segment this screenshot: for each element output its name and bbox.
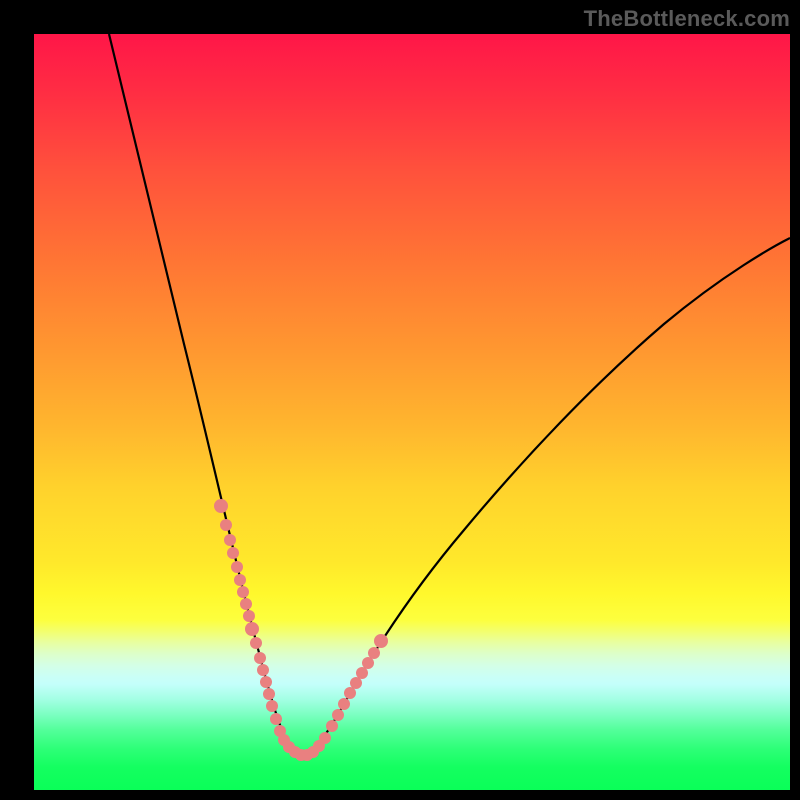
highlight-markers [214, 499, 388, 761]
watermark-text: TheBottleneck.com [584, 6, 790, 32]
curve-layer [34, 34, 790, 790]
chart-frame: TheBottleneck.com [0, 0, 800, 800]
bottleneck-curve [109, 34, 790, 754]
plot-area [34, 34, 790, 790]
